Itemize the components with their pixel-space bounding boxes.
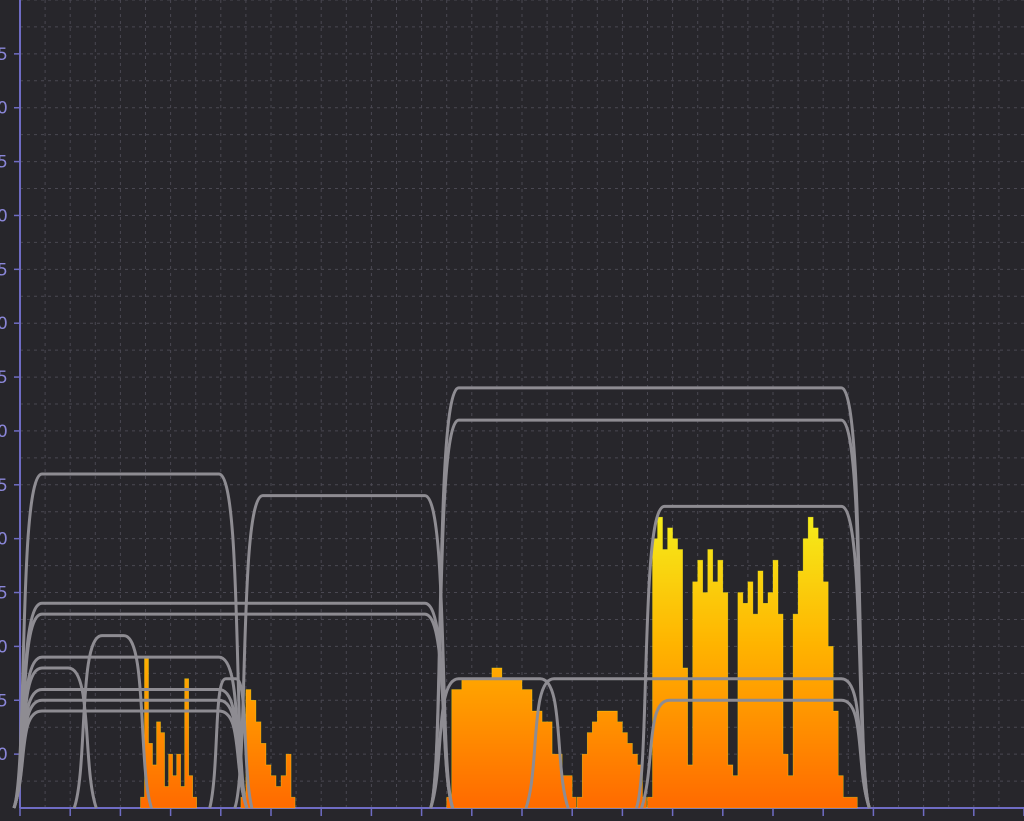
y-tick-label: 0 bbox=[0, 206, 8, 226]
y-tick-label: 0 bbox=[0, 745, 8, 765]
y-tick-label: 5 bbox=[0, 476, 8, 496]
y-tick-label: 5 bbox=[0, 691, 8, 711]
y-tick-label: 5 bbox=[0, 45, 8, 65]
y-tick-label: 0 bbox=[0, 99, 8, 119]
y-tick-label: 5 bbox=[0, 260, 8, 280]
y-tick-label: 0 bbox=[0, 314, 8, 334]
spectrum-chart: 5 0 5 0 5 0 5 0 5 0 5 0 5 0 bbox=[0, 0, 1024, 821]
y-tick-label: 5 bbox=[0, 153, 8, 173]
y-tick-label: 0 bbox=[0, 637, 8, 657]
y-tick-label: 5 bbox=[0, 368, 8, 388]
y-tick-label: 5 bbox=[0, 584, 8, 604]
y-tick-label: 0 bbox=[0, 530, 8, 550]
y-tick-label: 0 bbox=[0, 422, 8, 442]
